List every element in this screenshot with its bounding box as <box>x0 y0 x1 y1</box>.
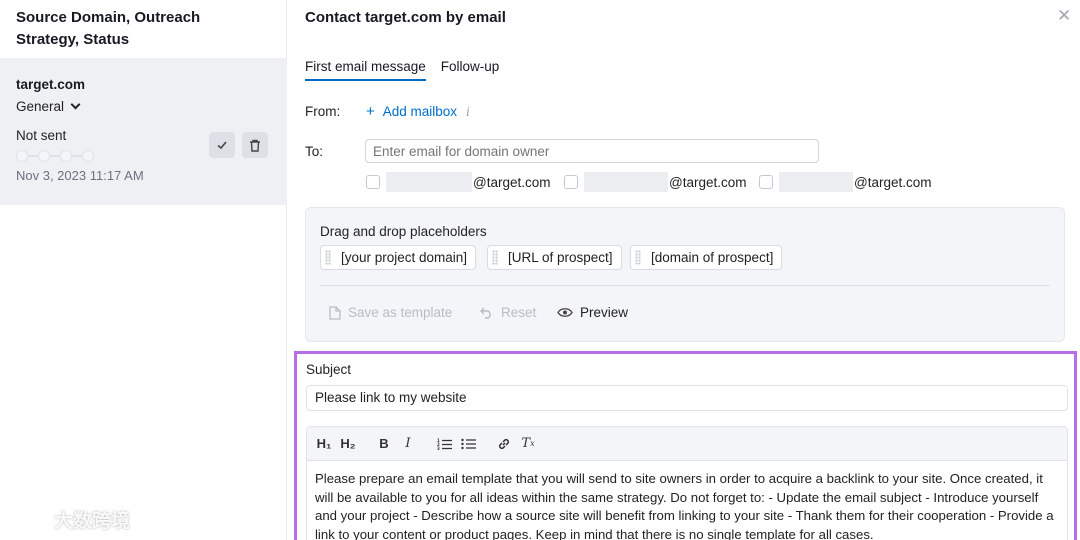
category-dropdown[interactable]: General <box>16 99 81 114</box>
bold-icon[interactable]: B <box>373 433 395 455</box>
editor-toolbar: H₁ H₂ B I 123 Tx <box>307 427 1067 461</box>
category-label: General <box>16 99 65 114</box>
to-email-input[interactable] <box>365 139 819 163</box>
subject-input[interactable]: Please link to my website <box>306 385 1068 411</box>
redacted-name <box>779 172 853 192</box>
delete-button[interactable] <box>242 132 268 158</box>
placeholder-chip[interactable]: [your project domain] <box>320 245 477 270</box>
status-text: Not sent <box>16 128 67 143</box>
trash-icon <box>250 139 260 152</box>
modal-title: Contact target.com by email <box>305 9 506 26</box>
chip-label: [URL of prospect] <box>508 250 613 265</box>
drag-handle-icon[interactable] <box>635 250 641 265</box>
address-option[interactable]: @target.com <box>564 172 746 192</box>
email-body-editor[interactable]: H₁ H₂ B I 123 Tx Please prepare an email… <box>306 426 1068 540</box>
undo-icon <box>480 307 491 319</box>
progress-step <box>82 150 94 162</box>
address-option[interactable]: @target.com <box>366 172 550 192</box>
plus-icon: + <box>366 103 375 120</box>
redacted-name <box>386 172 472 192</box>
redacted-name <box>584 172 668 192</box>
from-label: From: <box>305 104 341 119</box>
address-domain: @target.com <box>669 174 747 190</box>
address-domain: @target.com <box>473 174 551 190</box>
tab-follow-up[interactable]: Follow-up <box>441 59 500 81</box>
preview-label: Preview <box>580 305 629 320</box>
progress-step <box>60 150 72 162</box>
add-mailbox-button[interactable]: + Add mailbox i <box>366 103 470 120</box>
chevron-down-icon <box>70 99 81 110</box>
save-template-label: Save as template <box>348 305 453 320</box>
watermark-text: 大数跨境 <box>54 510 131 532</box>
heading2-icon[interactable]: H₂ <box>337 433 359 455</box>
add-mailbox-label: Add mailbox <box>382 104 458 119</box>
chip-label: [domain of prospect] <box>651 250 774 265</box>
email-modal: Contact target.com by email ✕ First emai… <box>288 0 1080 540</box>
progress-connector <box>50 155 60 157</box>
watermark: 大数跨境 <box>8 506 130 533</box>
card-date: Nov 3, 2023 11:17 AM <box>16 168 144 183</box>
column-header: Source Domain, Outreach Strategy, Status <box>16 9 201 48</box>
progress-connector <box>72 155 82 157</box>
card-domain: target.com <box>16 77 86 92</box>
ordered-list-icon[interactable]: 123 <box>433 433 455 455</box>
svg-text:3: 3 <box>437 446 440 450</box>
eye-icon <box>557 308 573 317</box>
progress-step <box>16 150 28 162</box>
reset-button[interactable]: Reset <box>480 305 536 320</box>
reset-label: Reset <box>501 305 537 320</box>
progress-step <box>38 150 50 162</box>
mark-done-button[interactable] <box>209 132 235 158</box>
drag-handle-icon[interactable] <box>492 250 498 265</box>
placeholder-chip[interactable]: [URL of prospect] <box>487 245 622 270</box>
tab-bar: First email message Follow-up <box>305 59 499 81</box>
address-checkbox[interactable] <box>366 175 380 189</box>
bullet-list-icon[interactable] <box>457 433 479 455</box>
progress-connector <box>28 155 38 157</box>
address-checkbox[interactable] <box>564 175 578 189</box>
info-icon[interactable]: i <box>466 105 470 119</box>
status-progress <box>16 150 94 162</box>
address-checkbox[interactable] <box>759 175 773 189</box>
subject-label: Subject <box>306 362 352 377</box>
divider <box>320 285 1050 286</box>
check-icon <box>217 141 227 150</box>
placeholder-chip[interactable]: [domain of prospect] <box>630 245 783 270</box>
italic-icon[interactable]: I <box>397 433 419 455</box>
heading1-icon[interactable]: H₁ <box>313 433 335 455</box>
link-icon[interactable] <box>493 433 515 455</box>
address-option[interactable]: @target.com <box>759 172 931 192</box>
chip-label: [your project domain] <box>341 250 468 265</box>
preview-button[interactable]: Preview <box>557 305 628 320</box>
document-icon <box>329 305 341 320</box>
subject-section: Subject Please link to my website H₁ H₂ … <box>294 351 1077 540</box>
watermark-logo-icon <box>8 511 45 528</box>
left-panel: Source Domain, Outreach Strategy, Status… <box>0 0 287 540</box>
close-icon[interactable]: ✕ <box>1057 7 1071 25</box>
email-body-text: Please prepare an email template that yo… <box>315 471 1054 540</box>
clear-format-icon[interactable]: Tx <box>517 433 539 455</box>
save-template-button[interactable]: Save as template <box>329 305 452 320</box>
to-label: To: <box>305 144 324 159</box>
domain-card[interactable]: target.com General Not sent Nov 3, 2023 … <box>0 58 287 205</box>
placeholders-title: Drag and drop placeholders <box>320 224 487 239</box>
placeholders-panel: Drag and drop placeholders [your project… <box>305 207 1065 342</box>
address-domain: @target.com <box>854 174 932 190</box>
tab-first-email[interactable]: First email message <box>305 59 426 81</box>
drag-handle-icon[interactable] <box>325 250 331 265</box>
